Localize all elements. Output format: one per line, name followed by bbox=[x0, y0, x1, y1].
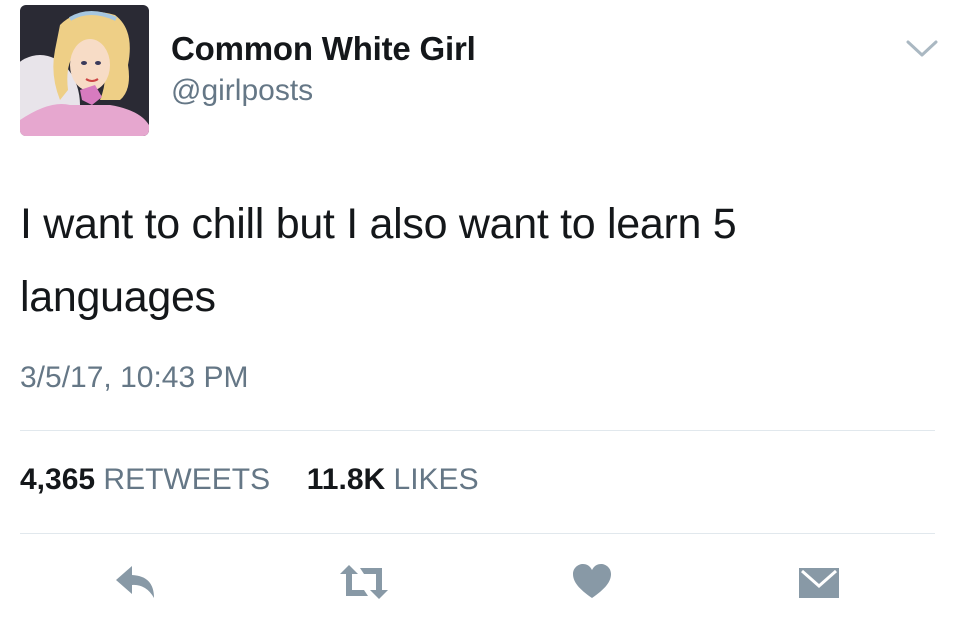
tweet-timestamp[interactable]: 3/5/17, 10:43 PM bbox=[20, 361, 249, 395]
like-label: LIKES bbox=[393, 463, 479, 496]
reply-icon bbox=[116, 566, 154, 598]
chevron-down-icon[interactable] bbox=[905, 38, 939, 60]
display-name[interactable]: Common White Girl bbox=[171, 30, 476, 68]
retweet-label: RETWEETS bbox=[103, 463, 271, 496]
retweets-stat[interactable]: 4,365 RETWEETS bbox=[20, 463, 278, 496]
avatar[interactable] bbox=[20, 5, 149, 136]
retweet-icon bbox=[340, 565, 388, 599]
avatar-image bbox=[20, 5, 149, 136]
like-button[interactable] bbox=[571, 562, 613, 602]
retweet-count: 4,365 bbox=[20, 463, 96, 496]
reply-button[interactable] bbox=[114, 562, 162, 602]
user-handle[interactable]: @girlposts bbox=[171, 74, 313, 108]
divider bbox=[20, 533, 935, 534]
like-count: 11.8K bbox=[306, 463, 386, 496]
direct-message-button[interactable] bbox=[796, 562, 842, 602]
heart-icon bbox=[573, 564, 611, 598]
divider bbox=[20, 430, 935, 431]
retweet-button[interactable] bbox=[336, 562, 392, 602]
likes-stat[interactable]: 11.8K LIKES bbox=[298, 463, 479, 496]
tweet-card: Common White Girl @girlposts I want to c… bbox=[0, 0, 960, 626]
tweet-stats: 4,365 RETWEETS 11.8K LIKES bbox=[20, 463, 479, 497]
envelope-icon bbox=[799, 568, 839, 598]
tweet-text: I want to chill but I also want to learn… bbox=[20, 200, 737, 321]
